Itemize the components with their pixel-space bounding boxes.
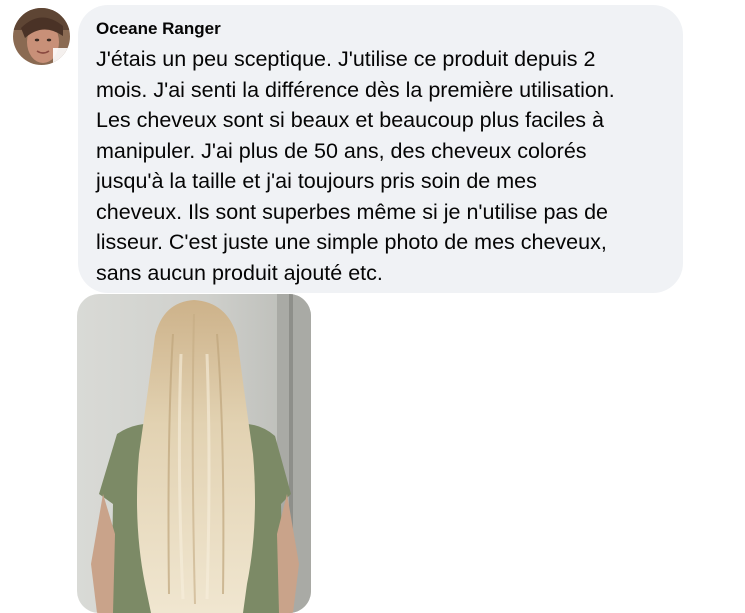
comment-text: J'étais un peu sceptique. J'utilise ce p… xyxy=(96,47,615,285)
hair-photo-icon xyxy=(77,294,311,613)
author-avatar[interactable] xyxy=(13,8,70,65)
avatar-photo-icon xyxy=(13,8,70,65)
comment-attachment-photo[interactable] xyxy=(77,294,311,613)
author-name[interactable]: Oceane Ranger xyxy=(96,18,221,40)
comment: Oceane Ranger J'étais un peu sceptique. … xyxy=(0,0,745,613)
comment-bubble: Oceane Ranger J'étais un peu sceptique. … xyxy=(78,5,683,293)
